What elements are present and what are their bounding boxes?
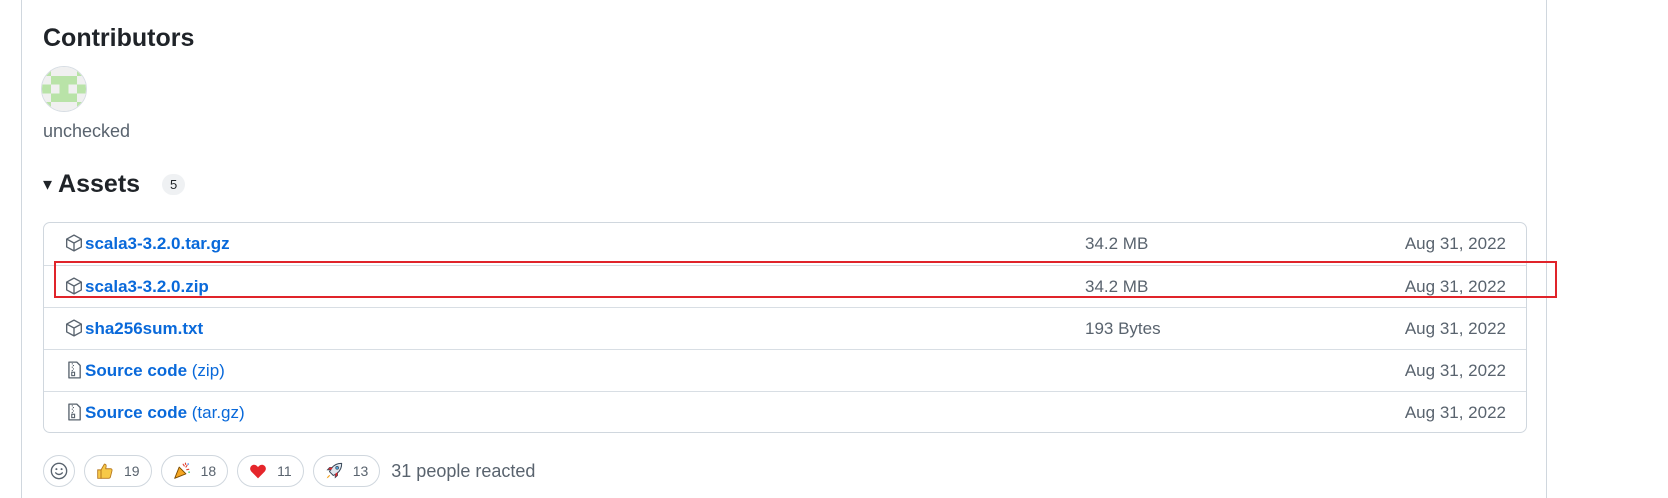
asset-size: 193 Bytes: [1085, 319, 1161, 338]
release-page: Contributors unchecked ▾ Assets 5 scala3…: [0, 0, 1668, 498]
caret-down-icon: ▾: [43, 174, 53, 194]
heart-icon: [250, 464, 267, 479]
avatar[interactable]: [41, 66, 87, 112]
asset-size: 34.2 MB: [1085, 234, 1149, 253]
file-zip-icon: [68, 361, 81, 379]
file-zip-icon: [68, 403, 81, 421]
reaction-count: 18: [200, 463, 217, 479]
reaction-rocket[interactable]: 13: [312, 455, 381, 487]
add-reaction-button[interactable]: [43, 455, 75, 487]
assets-heading: Assets: [58, 170, 141, 198]
asset-link[interactable]: sha256sum.txt: [85, 319, 203, 339]
reaction-hooray[interactable]: 18: [160, 455, 229, 487]
asset-link[interactable]: Source code (tar.gz): [85, 403, 245, 423]
reaction-thumbs-up[interactable]: 19: [84, 455, 152, 487]
reaction-count: 11: [277, 463, 292, 479]
contributor-name[interactable]: unchecked: [43, 121, 130, 142]
smiley-icon: [50, 462, 68, 480]
asset-row: scala3-3.2.0.tar.gz 34.2 MB Aug 31, 2022: [44, 223, 1526, 265]
asset-date: Aug 31, 2022: [1404, 234, 1506, 253]
contributors-heading: Contributors: [43, 24, 195, 52]
asset-row: Source code (zip) Aug 31, 2022: [44, 349, 1526, 391]
asset-row: sha256sum.txt 193 Bytes Aug 31, 2022: [44, 307, 1526, 349]
party-popper-icon: [173, 462, 190, 479]
assets-list: scala3-3.2.0.tar.gz 34.2 MB Aug 31, 2022…: [43, 222, 1527, 433]
asset-date: Aug 31, 2022: [1404, 403, 1506, 422]
reaction-count: 13: [352, 463, 369, 479]
assets-summary[interactable]: ▾ Assets 5: [43, 170, 186, 199]
reactions-bar: 19 18 11 13 31 people reacted: [43, 455, 535, 487]
reactions-summary: 31 people reacted: [391, 460, 536, 481]
package-icon: [66, 234, 82, 252]
package-icon: [66, 319, 82, 337]
asset-date: Aug 31, 2022: [1404, 361, 1506, 380]
asset-link[interactable]: scala3-3.2.0.tar.gz: [85, 234, 230, 254]
asset-link[interactable]: Source code (zip): [85, 361, 225, 381]
asset-date: Aug 31, 2022: [1404, 319, 1506, 338]
reaction-heart[interactable]: 11: [237, 455, 304, 487]
assets-count-badge: 5: [162, 174, 186, 195]
asset-row: Source code (tar.gz) Aug 31, 2022: [44, 391, 1526, 433]
rocket-icon: [326, 462, 342, 479]
highlight-box: [54, 261, 1557, 298]
thumbs-up-icon: [97, 463, 113, 479]
reaction-count: 19: [124, 463, 140, 479]
